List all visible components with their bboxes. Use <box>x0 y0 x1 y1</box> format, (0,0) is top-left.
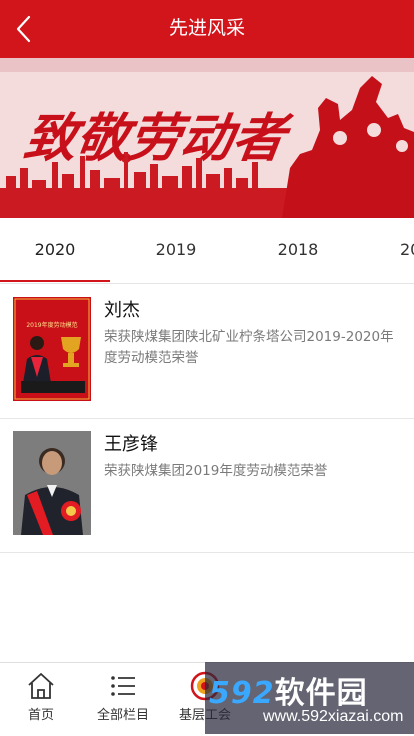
watermark-logo-text: 软件园 <box>274 676 368 711</box>
banner-slogan: 致敬劳动者 <box>20 108 295 169</box>
list-item-description: 荣获陕煤集团陕北矿业柠条塔公司2019-2020年度劳动模范荣誉 <box>104 329 394 366</box>
nav-home[interactable]: 首页 <box>0 663 82 736</box>
list-item-name: 刘杰 <box>104 300 140 321</box>
active-tab-indicator <box>0 280 110 282</box>
app-header: 先进风采 <box>0 0 414 58</box>
watermark-logo: 592软件园 <box>209 668 368 712</box>
list-item-thumbnail <box>13 431 91 535</box>
list-item[interactable]: 2019年度劳动模范 刘杰 荣获陕煤集团陕北矿业柠条塔公司2019-2020年度… <box>0 285 414 419</box>
thumbnail-caption: 2019年度劳动模范 <box>26 321 77 329</box>
nav-all-columns[interactable]: 全部栏目 <box>82 663 164 736</box>
nav-home-label: 首页 <box>27 708 54 723</box>
honor-list: 2019年度劳动模范 刘杰 荣获陕煤集团陕北矿业柠条塔公司2019-2020年度… <box>0 285 414 553</box>
list-item-description: 荣获陕煤集团2019年度劳动模范荣誉 <box>104 463 328 479</box>
watermark-overlay: 592软件园 www.592xiazai.com <box>205 662 414 734</box>
list-item[interactable]: 王彦锋 荣获陕煤集团2019年度劳动模范荣誉 <box>0 419 414 553</box>
year-tab-bar: 2020 2019 2018 20 <box>0 218 414 284</box>
home-icon <box>28 673 54 699</box>
tab-2020[interactable]: 2020 <box>0 218 110 283</box>
tab-more-year[interactable]: 20 <box>366 218 414 283</box>
banner-image: 致敬劳动者 <box>0 58 414 218</box>
nav-all-columns-label: 全部栏目 <box>96 708 149 723</box>
tab-2018[interactable]: 2018 <box>243 218 353 283</box>
list-icon <box>111 676 135 696</box>
page-title: 先进风采 <box>168 17 245 39</box>
list-item-thumbnail: 2019年度劳动模范 <box>13 297 91 401</box>
watermark-url: www.592xiazai.com <box>263 708 404 725</box>
watermark-logo-number: 592 <box>209 676 275 711</box>
tab-2019[interactable]: 2019 <box>121 218 231 283</box>
list-item-name: 王彦锋 <box>104 434 158 455</box>
